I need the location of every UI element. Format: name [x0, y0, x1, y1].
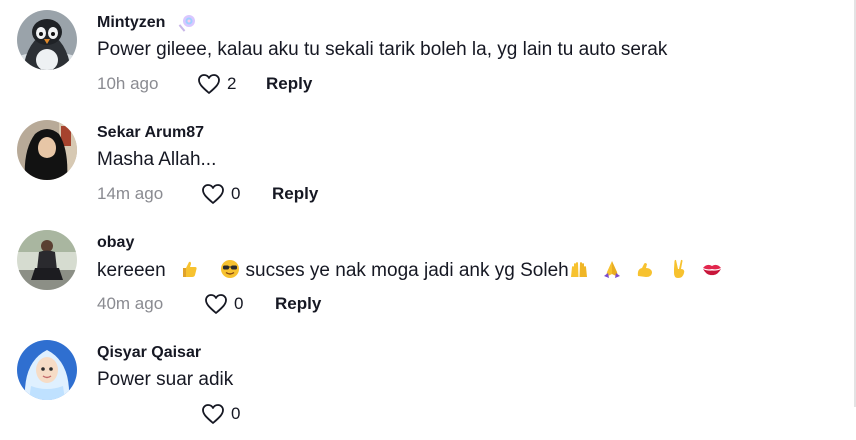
- comment-text-middle: sucses ye nak moga jadi ank yg Soleh: [245, 260, 569, 281]
- hijab-woman-avatar-image: [17, 120, 77, 180]
- comment-text: kereeen sucses ye nak moga jadi ank yg S…: [97, 259, 722, 282]
- comment-username[interactable]: Qisyar Qaisar: [97, 344, 201, 362]
- sitting-person-avatar-image: [17, 230, 77, 290]
- comment-item: Qisyar Qaisar Power suar adik 0: [0, 330, 854, 440]
- heart-outline-icon: [202, 404, 224, 424]
- avatar[interactable]: [17, 10, 77, 70]
- heart-outline-icon: [205, 294, 227, 314]
- comment-item: Mintyzen Power gileee, kalau aku tu seka…: [0, 0, 854, 110]
- avatar[interactable]: [17, 340, 77, 400]
- comment-item: obay kereeen sucses ye nak moga jadi ank…: [0, 220, 854, 330]
- comment-text-start: kereeen: [97, 260, 166, 281]
- lollipop-icon: [178, 14, 196, 32]
- avatar[interactable]: [17, 230, 77, 290]
- comment-text: Masha Allah...: [97, 149, 217, 170]
- like-button[interactable]: 0: [201, 181, 240, 207]
- heart-outline-icon: [198, 74, 220, 94]
- victory-hand-icon: [669, 259, 689, 279]
- flexed-biceps-icon: [635, 259, 655, 279]
- comment-time: 14m ago: [97, 184, 164, 203]
- comment-username[interactable]: Mintyzen: [97, 14, 165, 32]
- thumbs-up-icon: [179, 259, 199, 279]
- folded-hands-icon: [602, 259, 622, 279]
- penguin-avatar-image: [17, 10, 77, 70]
- reply-button[interactable]: Reply: [266, 74, 312, 94]
- like-count: 0: [231, 404, 241, 423]
- avatar[interactable]: [17, 120, 77, 180]
- kiss-mark-icon: [702, 259, 722, 279]
- like-count: 0: [231, 184, 241, 203]
- heart-outline-icon: [202, 184, 224, 204]
- reply-button[interactable]: Reply: [272, 184, 318, 204]
- smiling-face-with-sunglasses-icon: [220, 259, 240, 279]
- comment-list: Mintyzen Power gileee, kalau aku tu seka…: [0, 0, 854, 424]
- comment-time: 10h ago: [97, 74, 159, 93]
- like-count: 2: [227, 74, 237, 93]
- comment-time: 40m ago: [97, 294, 164, 313]
- comment-username[interactable]: obay: [97, 234, 134, 252]
- cartoon-hijab-avatar-image: [17, 340, 77, 400]
- comment-item: Sekar Arum87 Masha Allah... 14m ago 0 Re…: [0, 110, 854, 220]
- like-count: 0: [234, 294, 244, 313]
- comment-text: Power suar adik: [97, 369, 234, 390]
- like-button[interactable]: 2: [197, 71, 236, 97]
- comment-username[interactable]: Sekar Arum87: [97, 124, 204, 142]
- raising-hands-icon: [569, 259, 589, 279]
- like-button[interactable]: 0: [201, 401, 240, 427]
- reply-button[interactable]: Reply: [275, 294, 321, 314]
- like-button[interactable]: 0: [204, 291, 243, 317]
- comment-text: Power gileee, kalau aku tu sekali tarik …: [97, 39, 668, 60]
